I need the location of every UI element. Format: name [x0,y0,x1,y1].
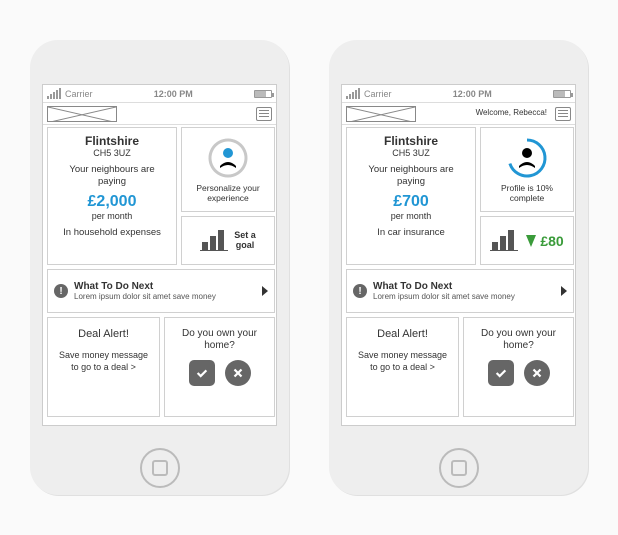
signal-icon [47,88,61,99]
profile-label: Profile is 10% complete [485,183,569,203]
screen: Carrier 12:00 PM Flintshire CH5 3UZ Your… [42,84,277,426]
screen: Carrier 12:00 PM Welcome, Rebecca! Flint… [341,84,576,426]
deal-title: Deal Alert! [54,328,153,340]
summary-period: per month [351,211,471,221]
bar-chart-icon [490,229,520,253]
profile-dial-icon [206,136,250,180]
logo-placeholder[interactable] [346,106,416,122]
deal-alert-card[interactable]: Deal Alert! Save money message to go to … [47,317,160,417]
profile-card[interactable]: Profile is 10% complete [480,127,574,212]
goal-card[interactable]: Set agoal [181,216,275,265]
carrier-label: Carrier [65,89,93,99]
carrier-label: Carrier [364,89,392,99]
home-button[interactable] [140,448,180,488]
home-button[interactable] [439,448,479,488]
next-subtitle: Lorem ipsum dolor sit amet save money [74,292,262,301]
clock: 12:00 PM [392,89,553,99]
chevron-right-icon [262,286,268,296]
postcode: CH5 3UZ [52,148,172,158]
no-button[interactable] [225,360,251,386]
down-arrow-icon [526,235,536,247]
top-bar: Welcome, Rebecca! [342,103,575,125]
goal-label: Set agoal [234,231,256,251]
next-subtitle: Lorem ipsum dolor sit amet save money [373,292,561,301]
logo-placeholder[interactable] [47,106,117,122]
summary-category: In car insurance [351,227,471,238]
area-name: Flintshire [52,134,172,148]
question-card: Do you own your home? [164,317,275,417]
close-icon [231,366,245,380]
deal-alert-card[interactable]: Deal Alert! Save money message to go to … [346,317,459,417]
status-bar: Carrier 12:00 PM [43,85,276,103]
summary-amount: £2,000 [52,193,172,211]
close-icon [530,366,544,380]
chevron-right-icon [561,286,567,296]
menu-icon[interactable] [256,107,272,121]
savings-amount: £80 [540,233,563,249]
summary-period: per month [52,211,172,221]
summary-category: In household expenses [52,227,172,238]
next-steps-card[interactable]: ! What To Do Next Lorem ipsum dolor sit … [47,269,275,313]
check-icon [494,366,508,380]
battery-icon [254,90,272,98]
status-bar: Carrier 12:00 PM [342,85,575,103]
signal-icon [346,88,360,99]
goal-card[interactable]: £80 [480,216,574,265]
top-bar [43,103,276,125]
summary-amount: £700 [351,193,471,211]
phone-mockup: Carrier 12:00 PM Welcome, Rebecca! Flint… [329,40,588,495]
yes-button[interactable] [189,360,215,386]
postcode: CH5 3UZ [351,148,471,158]
summary-desc: Your neighbours are paying [357,164,465,189]
area-name: Flintshire [351,134,471,148]
next-title: What To Do Next [373,281,561,292]
check-icon [195,366,209,380]
menu-icon[interactable] [555,107,571,121]
yes-button[interactable] [488,360,514,386]
phone-mockup: Carrier 12:00 PM Flintshire CH5 3UZ Your… [30,40,289,495]
profile-card[interactable]: Personalize your experience [181,127,275,212]
profile-dial-icon [505,136,549,180]
next-steps-card[interactable]: ! What To Do Next Lorem ipsum dolor sit … [346,269,574,313]
question-text: Do you own your home? [470,328,567,352]
no-button[interactable] [524,360,550,386]
clock: 12:00 PM [93,89,254,99]
next-title: What To Do Next [74,281,262,292]
deal-message: Save money message to go to a deal > [54,350,153,373]
summary-desc: Your neighbours are paying [58,164,166,189]
question-card: Do you own your home? [463,317,574,417]
welcome-text: Welcome, Rebecca! [420,109,547,118]
battery-icon [553,90,571,98]
deal-message: Save money message to go to a deal > [353,350,452,373]
summary-card[interactable]: Flintshire CH5 3UZ Your neighbours are p… [47,127,177,265]
summary-card[interactable]: Flintshire CH5 3UZ Your neighbours are p… [346,127,476,265]
info-icon: ! [353,284,367,298]
question-text: Do you own your home? [171,328,268,352]
bar-chart-icon [200,229,230,253]
deal-title: Deal Alert! [353,328,452,340]
profile-label: Personalize your experience [186,183,270,203]
info-icon: ! [54,284,68,298]
